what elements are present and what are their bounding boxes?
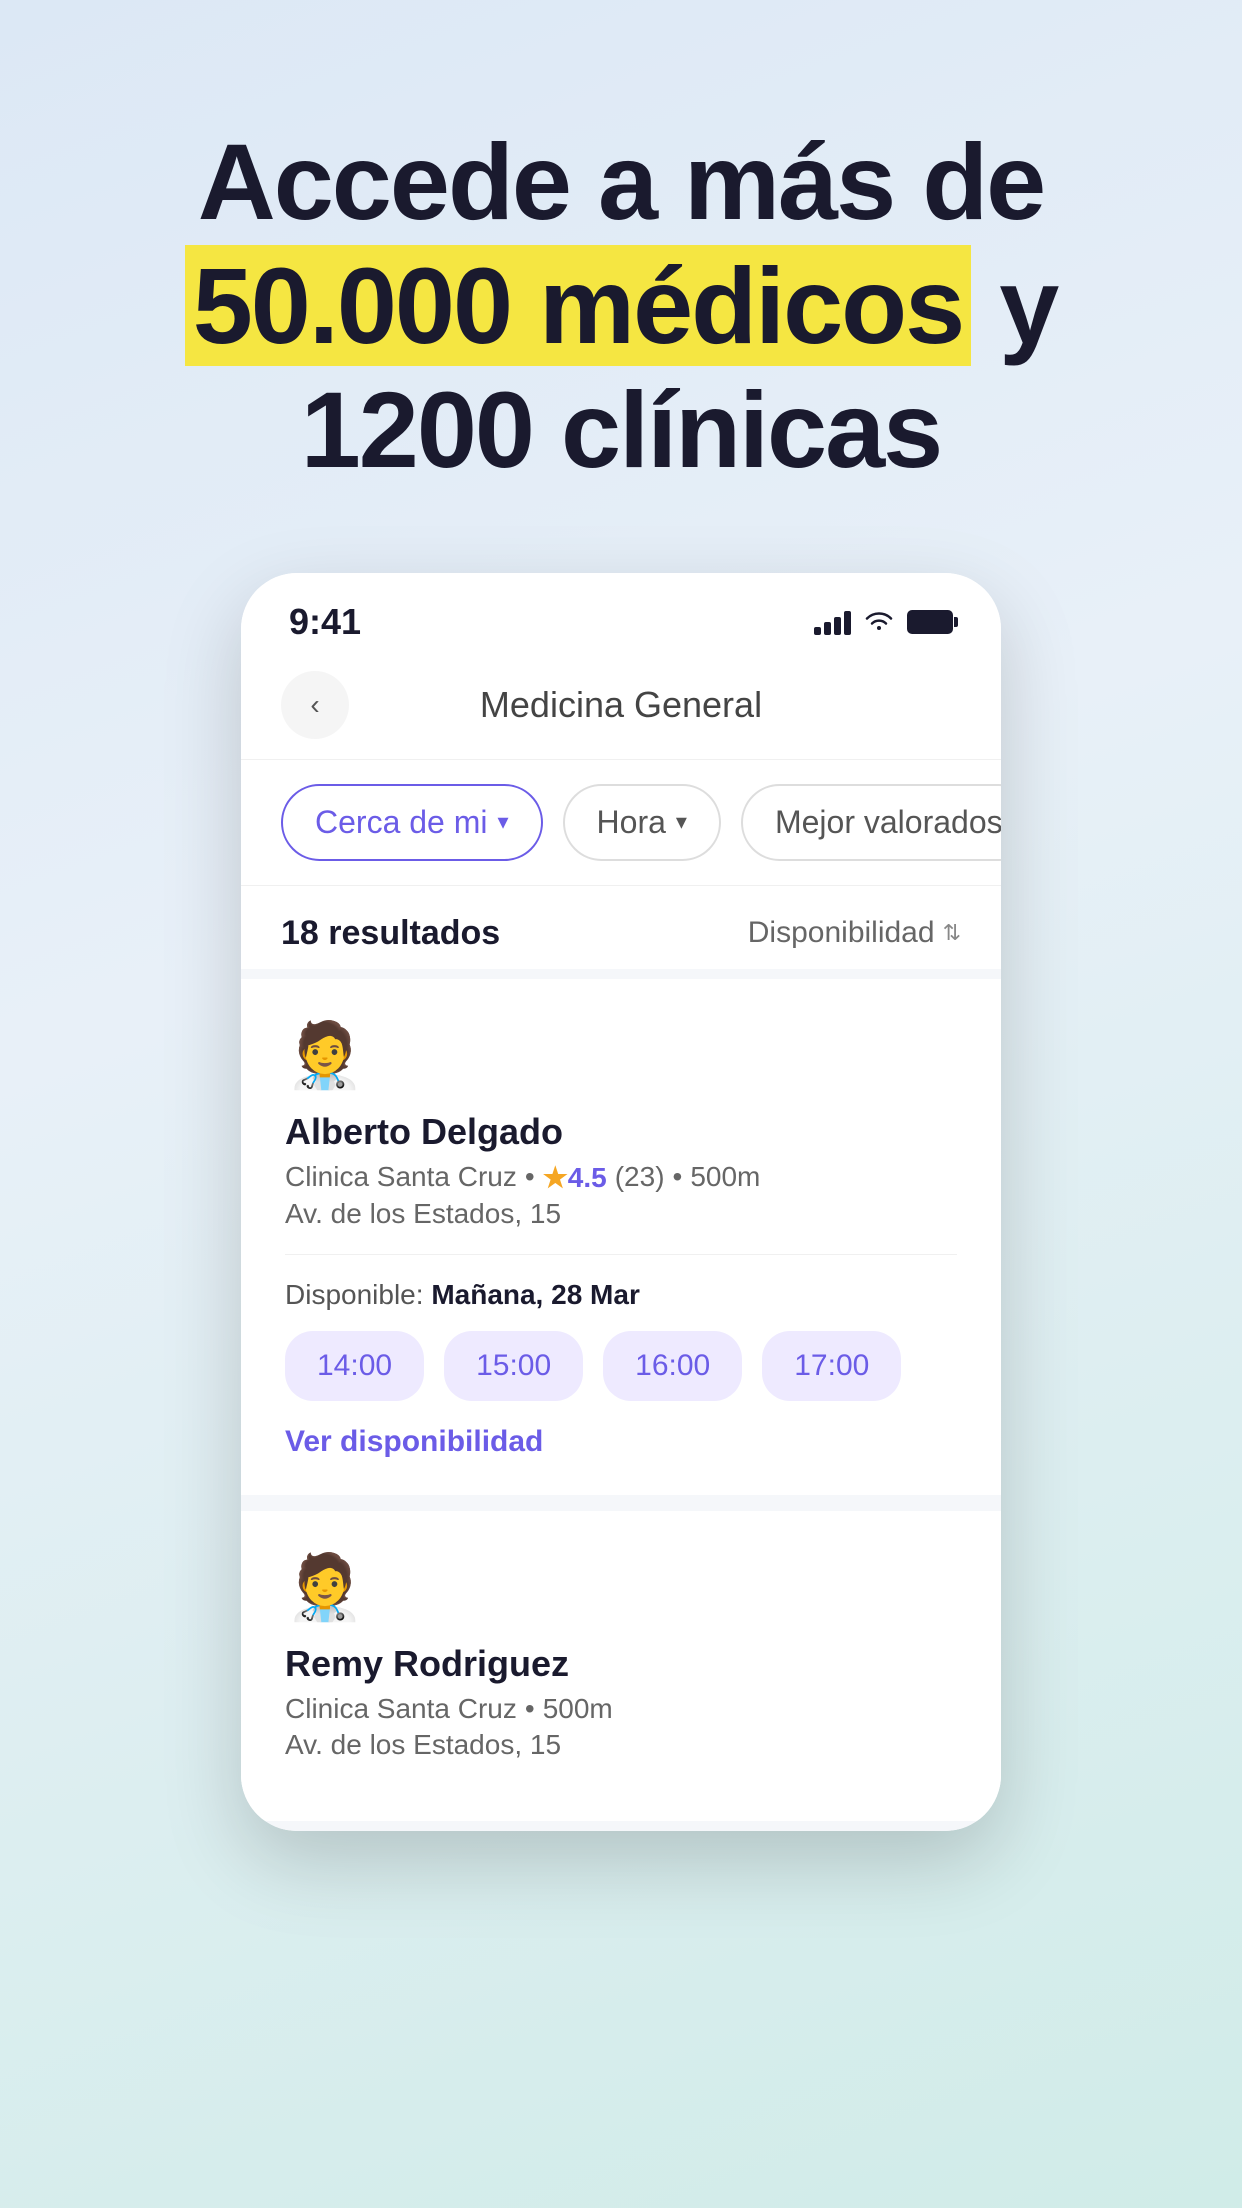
doctor-clinic-1: Clinica Santa Cruz [285, 1161, 517, 1193]
hero-line1: Accede a más de [198, 121, 1045, 242]
sort-button[interactable]: Disponibilidad ⇅ [748, 916, 961, 950]
available-label-1: Disponible: Mañana, 28 Mar [285, 1279, 957, 1311]
doctor-name-1: Alberto Delgado [285, 1111, 957, 1153]
cards-container: 🧑‍⚕️ Alberto Delgado Clinica Santa Cruz … [241, 969, 1001, 1831]
status-time: 9:41 [289, 601, 361, 643]
time-slot-1500[interactable]: 15:00 [444, 1331, 583, 1401]
doctor-avatar-2: 🧑‍⚕️ [285, 1547, 365, 1627]
card-divider-1 [285, 1254, 957, 1255]
doctor-rating-1: ★4.5 [543, 1161, 607, 1194]
doctor-distance-1: 500m [690, 1161, 760, 1193]
doctor-address-2: Av. de los Estados, 15 [285, 1729, 957, 1761]
doctor-distance-2: 500m [543, 1693, 613, 1725]
sort-arrows-icon: ⇅ [943, 920, 961, 946]
signal-icon [814, 609, 851, 635]
status-bar: 9:41 [241, 573, 1001, 655]
ver-disponibilidad-btn-1[interactable]: Ver disponibilidad [285, 1425, 957, 1459]
hero-title: Accede a más de 50.000 médicos y 1200 cl… [80, 120, 1162, 493]
hero-line2-end: y [971, 245, 1057, 366]
sort-label: Disponibilidad [748, 916, 935, 950]
time-slot-1700[interactable]: 17:00 [762, 1331, 901, 1401]
doctor-card-2[interactable]: 🧑‍⚕️ Remy Rodriguez Clinica Santa Cruz •… [241, 1511, 1001, 1821]
time-slot-1400[interactable]: 14:00 [285, 1331, 424, 1401]
back-chevron-icon: ‹ [310, 691, 319, 719]
hero-line3: 1200 clínicas [301, 369, 942, 490]
results-count: 18 resultados [281, 914, 500, 953]
doctor-info-1: Clinica Santa Cruz • ★4.5 (23) • 500m [285, 1161, 957, 1194]
doctor-name-2: Remy Rodriguez [285, 1643, 957, 1685]
battery-icon [907, 610, 953, 634]
dot-separator-1: • [525, 1161, 535, 1193]
nav-title: Medicina General [349, 684, 893, 726]
hora-dropdown-icon: ▾ [676, 809, 687, 835]
hero-highlight: 50.000 médicos [185, 245, 972, 366]
doctor-card-1[interactable]: 🧑‍⚕️ Alberto Delgado Clinica Santa Cruz … [241, 979, 1001, 1495]
doctor-address-1: Av. de los Estados, 15 [285, 1198, 957, 1230]
time-slots-1: 14:00 15:00 16:00 17:00 [285, 1331, 957, 1401]
filter-hora[interactable]: Hora ▾ [563, 784, 721, 861]
wifi-icon [863, 610, 895, 634]
filter-mejor-valorados[interactable]: Mejor valorados [741, 784, 1001, 861]
filter-cerca-label: Cerca de mi [315, 804, 488, 841]
results-header: 18 resultados Disponibilidad ⇅ [241, 886, 1001, 969]
status-icons [814, 609, 953, 635]
filter-bar: Cerca de mi ▾ Hora ▾ Mejor valorados [241, 760, 1001, 886]
filter-hora-label: Hora [597, 804, 666, 841]
cerca-dropdown-icon: ▾ [498, 809, 509, 835]
available-date-1: Mañana, 28 Mar [431, 1279, 640, 1310]
time-slot-1600[interactable]: 16:00 [603, 1331, 742, 1401]
dot-separator-2: • [673, 1161, 683, 1193]
back-button[interactable]: ‹ [281, 671, 349, 739]
doctor-reviews-1: (23) [615, 1161, 665, 1193]
nav-bar: ‹ Medicina General [241, 655, 1001, 760]
doctor-info-2: Clinica Santa Cruz • 500m [285, 1693, 957, 1725]
hero-section: Accede a más de 50.000 médicos y 1200 cl… [0, 0, 1242, 553]
star-icon-1: ★ [543, 1162, 568, 1193]
dot-separator-3: • [525, 1693, 535, 1725]
phone-mockup: 9:41 ‹ Medicina General Cerca de mi ▾ Ho… [241, 573, 1001, 1831]
filter-mejor-label: Mejor valorados [775, 804, 1001, 841]
filter-cerca-de-mi[interactable]: Cerca de mi ▾ [281, 784, 543, 861]
doctor-avatar-1: 🧑‍⚕️ [285, 1015, 365, 1095]
doctor-clinic-2: Clinica Santa Cruz [285, 1693, 517, 1725]
